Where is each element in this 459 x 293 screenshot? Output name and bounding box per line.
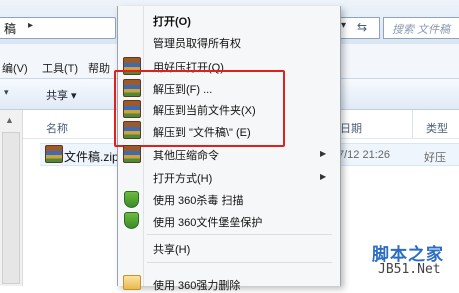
menu-item-open[interactable]: 打开(O) bbox=[153, 13, 191, 29]
menu-item-share[interactable]: 共享(H) bbox=[153, 241, 190, 257]
menu-item-360-scan[interactable]: 使用 360杀毒 扫描 bbox=[153, 192, 243, 208]
menu-item-other-compress[interactable]: 其他压缩命令 bbox=[153, 147, 219, 163]
column-name[interactable]: 名称 bbox=[46, 120, 68, 136]
column-type[interactable]: 类型 bbox=[426, 120, 448, 136]
menu-item-360-protect[interactable]: 使用 360文件堡垒保护 bbox=[153, 214, 262, 230]
search-placeholder: 搜索 文件稿 bbox=[392, 24, 451, 36]
360-shield-icon bbox=[124, 191, 139, 208]
share-button[interactable]: 共享 ▾ bbox=[46, 87, 77, 103]
menu-separator bbox=[147, 234, 332, 235]
menu-item-view[interactable]: 编(V) bbox=[2, 60, 28, 76]
360-icon bbox=[123, 275, 141, 290]
chevron-down-icon[interactable]: ▾ bbox=[341, 20, 346, 31]
file-type: 好压 bbox=[424, 152, 446, 164]
highlight-box bbox=[114, 70, 285, 147]
submenu-arrow-icon: ▶ bbox=[320, 172, 327, 181]
scrollbar-thumb[interactable] bbox=[2, 132, 20, 284]
address-path[interactable]: 稿 bbox=[4, 20, 16, 37]
chevron-down-icon[interactable]: ▾ bbox=[4, 87, 9, 98]
scroll-up-icon[interactable]: ▲ bbox=[5, 115, 14, 125]
menu-item-tools[interactable]: 工具(T) bbox=[42, 60, 78, 76]
zip-file-icon bbox=[45, 145, 63, 163]
column-date[interactable]: 日期 bbox=[340, 120, 362, 136]
address-box[interactable] bbox=[0, 17, 116, 39]
submenu-arrow-icon: ▶ bbox=[320, 149, 327, 158]
file-date: 7/12 21:26 bbox=[338, 149, 390, 161]
file-name[interactable]: 文件稿.zip bbox=[64, 148, 119, 165]
watermark-url: JB51.Net bbox=[378, 262, 441, 277]
menu-item-open-with[interactable]: 打开方式(H) bbox=[153, 170, 212, 186]
winrar-icon bbox=[123, 145, 141, 163]
refresh-icon[interactable]: ⇆ bbox=[357, 20, 367, 34]
chevron-right-icon[interactable]: ▸ bbox=[28, 20, 33, 31]
menu-item-help[interactable]: 帮助 bbox=[88, 60, 110, 76]
360-shield-icon bbox=[124, 212, 139, 229]
menu-item-take-ownership[interactable]: 管理员取得所有权 bbox=[153, 35, 241, 51]
column-divider[interactable] bbox=[412, 110, 413, 138]
menu-separator bbox=[147, 262, 332, 263]
menu-item-360-delete[interactable]: 使用 360强力删除 bbox=[153, 277, 240, 293]
